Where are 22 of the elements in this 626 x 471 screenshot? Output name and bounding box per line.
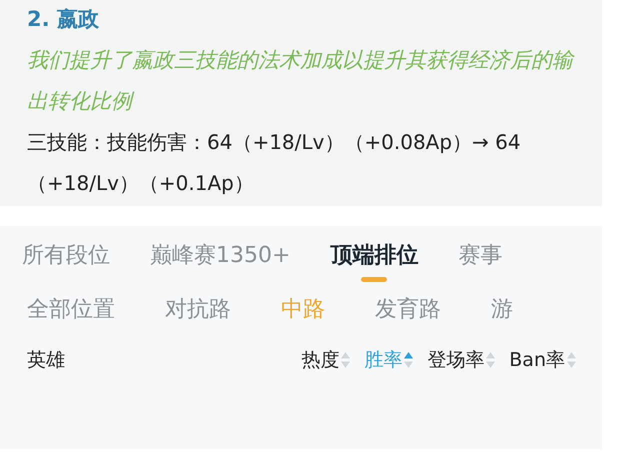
sort-icon[interactable] (486, 351, 496, 369)
rank-tab[interactable]: 巅峰赛1350+ (150, 240, 290, 272)
column-header[interactable]: 登场率 (427, 346, 484, 374)
rank-tab[interactable]: 所有段位 (22, 240, 110, 272)
column-header[interactable]: Ban率 (509, 346, 565, 374)
sort-icon[interactable] (404, 351, 414, 369)
position-tab[interactable]: 对抗路 (165, 294, 231, 326)
position-tab[interactable]: 中路 (281, 294, 325, 326)
column-header[interactable]: 热度 (301, 346, 340, 374)
column-header: 英雄 (27, 348, 65, 373)
sort-icon[interactable] (567, 351, 576, 369)
rank-tab[interactable]: 赛事 (458, 240, 502, 272)
position-tab[interactable]: 游 (491, 294, 513, 326)
column-header[interactable]: 胜率 (364, 346, 402, 374)
change-detail: 三技能：技能伤害：64（+18/Lv）（+0.08Ap）→ 64（+18/Lv）（+0.1Ap） (27, 129, 522, 197)
change-description: 我们提升了嬴政三技能的法术加成以提升其获得经济后的输出转化比例 (27, 47, 576, 115)
position-tab[interactable]: 发育路 (375, 294, 441, 326)
position-tab[interactable]: 全部位置 (27, 294, 115, 326)
sort-icon[interactable] (341, 351, 350, 369)
rank-tab[interactable]: 顶端排位 (330, 240, 418, 272)
tab-indicator (361, 277, 388, 282)
hero-name: 2. 嬴政 (27, 6, 99, 33)
